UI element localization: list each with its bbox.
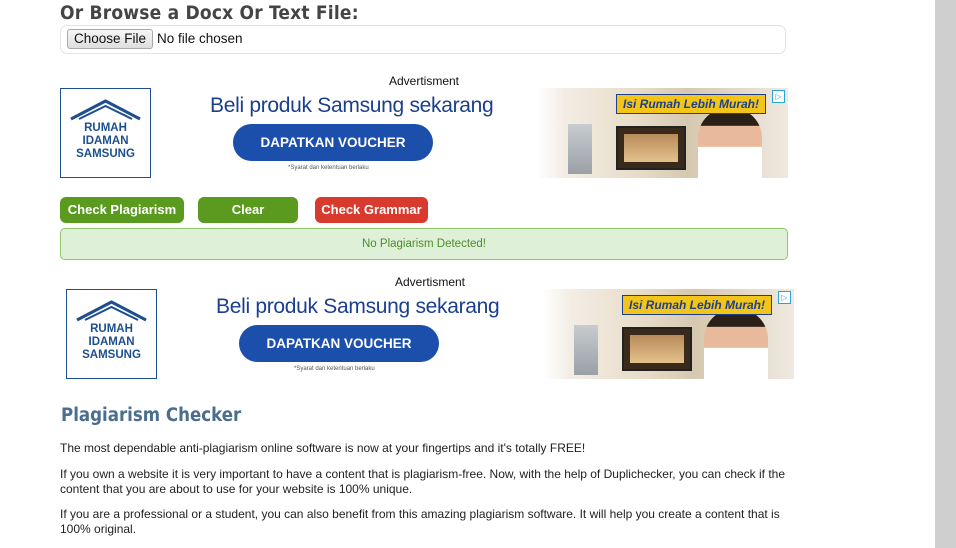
choose-file-button[interactable]: Choose File [67,29,154,49]
article-paragraph: If you own a website it is very importan… [60,467,786,496]
advertisement-label: Advertisment [394,275,466,289]
ad-fineprint: *Syarat dan ketentuan berlaku [288,165,369,171]
file-status-text: No file chosen [157,31,243,46]
ad-promo-tag: Isi Rumah Lebih Murah! [616,94,767,114]
check-grammar-button[interactable]: Check Grammar [315,197,428,223]
article-paragraph: If you are a professional or a student, … [60,507,780,536]
get-voucher-button[interactable]: DAPATKAN VOUCHER [233,124,433,161]
ad-headline: Beli produk Samsung sekarang [216,295,500,318]
page-scrollbar[interactable] [935,0,956,548]
check-plagiarism-button[interactable]: Check Plagiarism [60,197,184,223]
rumah-idaman-samsung-logo: RUMAH IDAMAN SAMSUNG [60,88,151,178]
advertisement-label: Advertisment [388,74,460,88]
rumah-idaman-samsung-logo: RUMAH IDAMAN SAMSUNG [66,289,157,379]
clear-button[interactable]: Clear [198,197,298,223]
plagiarism-checker-heading: Plagiarism Checker [61,405,242,426]
advertisement-banner[interactable]: RUMAH IDAMAN SAMSUNG Beli produk Samsung… [60,88,788,178]
file-upload-box: Choose File No file chosen [60,25,786,54]
get-voucher-button[interactable]: DAPATKAN VOUCHER [239,325,439,362]
adchoices-icon[interactable]: ▷ [772,90,785,103]
house-roof-icon [70,99,141,121]
browse-file-heading: Or Browse a Docx Or Text File: [60,2,359,24]
plagiarism-result-banner: No Plagiarism Detected! [60,228,788,260]
advertisement-banner[interactable]: RUMAH IDAMAN SAMSUNG Beli produk Samsung… [66,289,794,379]
adchoices-icon[interactable]: ▷ [778,291,791,304]
ad-promo-tag: Isi Rumah Lebih Murah! [622,295,773,315]
article-paragraph: The most dependable anti-plagiarism onli… [60,441,586,455]
house-roof-icon [76,300,147,322]
ad-fineprint: *Syarat dan ketentuan berlaku [294,366,375,372]
ad-headline: Beli produk Samsung sekarang [210,94,494,117]
